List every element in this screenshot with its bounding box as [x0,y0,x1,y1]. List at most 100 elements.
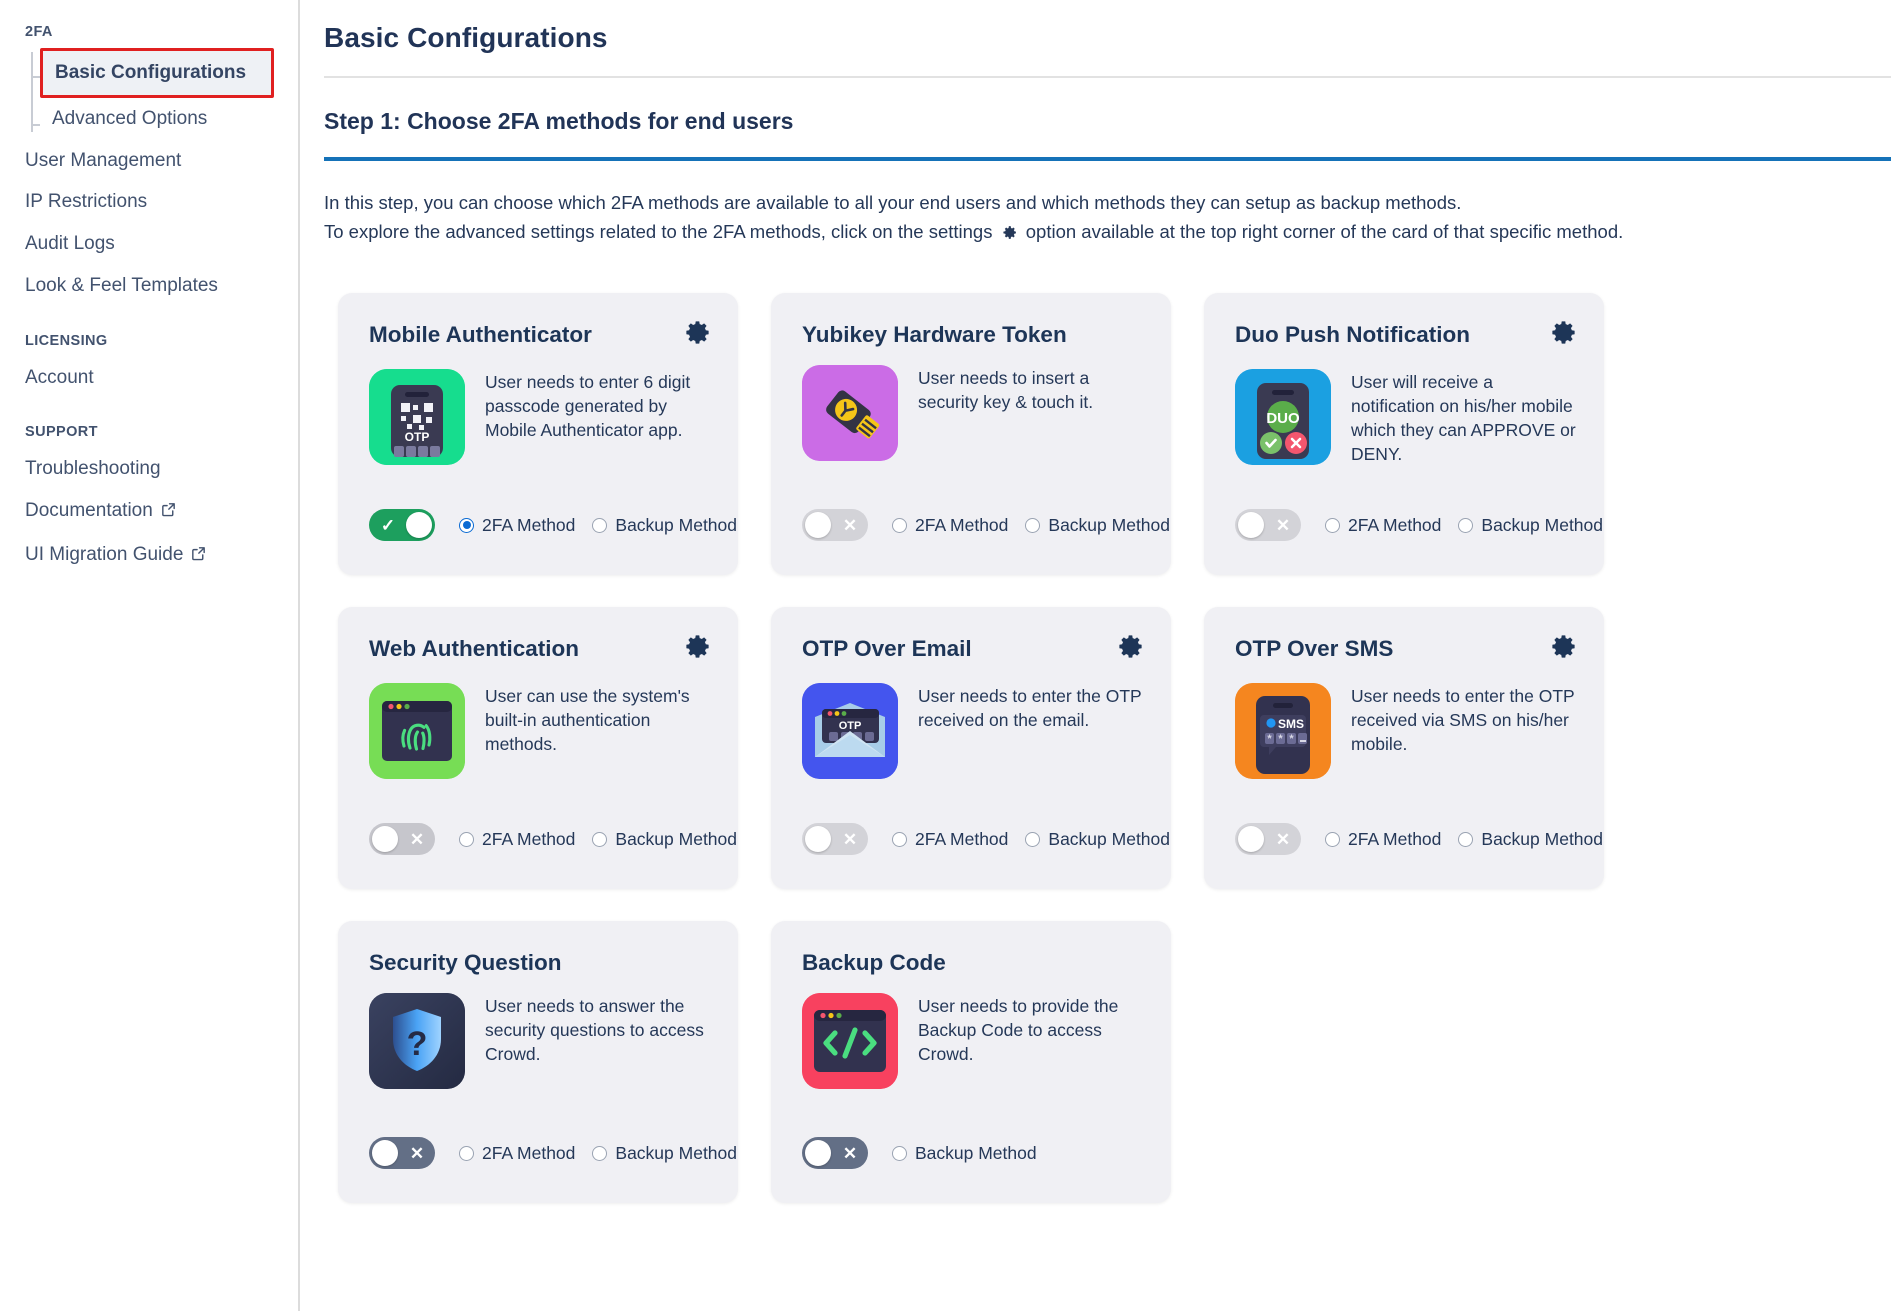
sidebar-section-label-support: SUPPORT [25,424,98,441]
sidebar-item-user-management[interactable]: User Management [0,140,298,182]
sms-otp-icon: SMS * * * [1235,683,1331,780]
sidebar-item-basic-configurations[interactable]: Basic Configurations [40,48,274,98]
gear-icon[interactable] [1116,632,1145,666]
radio-indicator[interactable] [592,831,608,847]
method-toggle[interactable]: ✕ [369,823,435,856]
card-title: Duo Push Notification [1235,322,1470,348]
method-toggle[interactable]: ✕ [369,1137,435,1170]
card-title: Security Question [369,950,562,976]
radio-2fa-method[interactable]: 2FA Method [1325,829,1441,850]
radio-label: Backup Method [1048,828,1171,849]
card-title: Web Authentication [369,636,579,662]
radio-label: 2FA Method [482,514,576,535]
gear-icon[interactable] [683,632,712,666]
radio-indicator[interactable] [892,517,907,533]
radio-2fa-method[interactable]: 2FA Method [459,829,575,850]
gear-icon[interactable] [1549,318,1578,352]
radio-backup-method[interactable]: Backup Method [1025,829,1170,850]
method-type-radios: 2FA Method Backup Method [1325,515,1603,536]
sidebar-item-ip-restrictions[interactable]: IP Restrictions [0,181,298,223]
radio-label: Backup Method [615,1142,738,1163]
sidebar-section-label-licensing: LICENSING [25,332,108,349]
gear-icon[interactable] [1549,632,1578,666]
radio-label: 2FA Method [915,514,1009,535]
method-toggle[interactable]: ✕ [802,823,868,856]
radio-indicator[interactable] [892,831,907,847]
sidebar-item-label: IP Restrictions [25,191,148,213]
radio-2fa-method[interactable]: 2FA Method [1325,515,1441,536]
radio-indicator[interactable] [1325,831,1340,847]
radio-backup-method[interactable]: Backup Method [1458,829,1603,850]
radio-indicator[interactable] [892,1145,907,1161]
toggle-mark: ✕ [1275,515,1291,535]
radio-2fa-method[interactable]: 2FA Method [892,829,1008,850]
radio-label: 2FA Method [915,828,1009,849]
card-body: User can use the system's built-in authe… [369,683,712,780]
card-description: User needs to enter the OTP received on … [918,686,1142,731]
intro-line-2-before: To explore the advanced settings related… [324,220,993,242]
method-toggle[interactable]: ✕ [1235,823,1301,856]
sidebar-group-0: Basic Configurations Advanced Options Us… [0,48,298,307]
radio-backup-method[interactable]: Backup Method [592,1143,737,1164]
card-header: OTP Over Email [802,635,1145,666]
radio-backup-method[interactable]: Backup Method [592,829,737,850]
sidebar-item-advanced-options[interactable]: Advanced Options [0,98,298,140]
radio-indicator[interactable] [1025,831,1041,847]
radio-indicator[interactable] [1025,517,1041,533]
card-description: User needs to provide the Backup Code to… [918,996,1119,1065]
card-description: User needs to answer the security questi… [485,996,704,1065]
radio-indicator[interactable] [1325,517,1340,533]
fingerprint-window-icon [369,683,465,780]
card-header: Security Question [369,949,712,976]
radio-label: 2FA Method [1348,514,1442,535]
card-header: Backup Code [802,949,1145,976]
radio-indicator[interactable] [592,1145,608,1161]
card-description: User can use the system's built-in authe… [485,686,690,755]
radio-backup-method[interactable]: Backup Method [892,1143,1037,1164]
sidebar-item-look-feel-templates[interactable]: Look & Feel Templates [0,265,298,307]
radio-indicator[interactable] [459,517,474,533]
method-toggle[interactable]: ✕ [802,509,868,542]
card-body: OTP User needs to enter the OTP received… [802,683,1145,780]
sidebar-item-account[interactable]: Account [0,357,298,399]
radio-label: 2FA Method [1348,828,1442,849]
radio-backup-method[interactable]: Backup Method [1458,515,1603,536]
sidebar-item-label: User Management [25,149,182,171]
card-footer: ✕ 2FA Method Backup Method [369,1137,737,1170]
sidebar-item-troubleshooting[interactable]: Troubleshooting [0,448,298,490]
toggle-mark: ✕ [409,829,425,849]
card-body: ? User needs to answer the security ques… [369,993,712,1090]
intro-text: In this step, you can choose which 2FA m… [300,161,1891,249]
radio-indicator[interactable] [592,517,608,533]
main-content: Basic Configurations Step 1: Choose 2FA … [300,0,1891,1311]
card-title: OTP Over SMS [1235,636,1394,662]
radio-2fa-method[interactable]: 2FA Method [459,515,575,536]
gear-icon [1001,221,1018,250]
card-footer: ✕ 2FA Method Backup Method [802,823,1170,856]
toggle-mark: ✕ [1275,829,1291,849]
method-card-security-question: Security Question ? User needs to answer… [338,921,738,1204]
radio-indicator[interactable] [1458,517,1474,533]
radio-indicator[interactable] [459,831,474,847]
method-toggle[interactable]: ✓ [369,509,435,542]
radio-label: Backup Method [615,828,738,849]
radio-2fa-method[interactable]: 2FA Method [892,515,1008,536]
method-toggle[interactable]: ✕ [1235,509,1301,542]
toggle-knob [372,1140,398,1167]
toggle-mark: ✕ [409,1143,425,1163]
sidebar-item-ui-migration-guide[interactable]: UI Migration Guide [0,534,298,578]
external-link-icon [190,545,207,569]
sidebar-item-label: Look & Feel Templates [25,274,218,296]
method-toggle[interactable]: ✕ [802,1137,868,1170]
radio-2fa-method[interactable]: 2FA Method [459,1143,575,1164]
radio-backup-method[interactable]: Backup Method [592,515,737,536]
radio-indicator[interactable] [1458,831,1474,847]
sidebar-item-documentation[interactable]: Documentation [0,490,298,534]
toggle-knob [1238,826,1264,853]
card-title: Mobile Authenticator [369,322,592,348]
radio-backup-method[interactable]: Backup Method [1025,515,1170,536]
radio-indicator[interactable] [459,1145,474,1161]
gear-icon[interactable] [683,318,712,352]
sidebar-item-audit-logs[interactable]: Audit Logs [0,223,298,265]
